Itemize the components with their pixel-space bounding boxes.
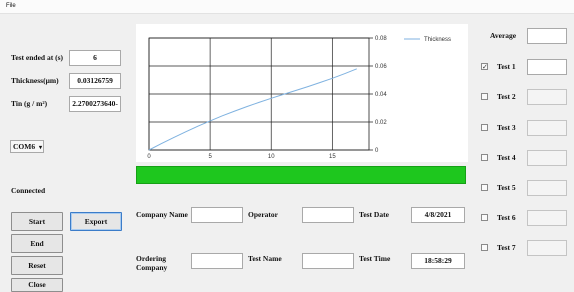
test-2-label: Test 2 (497, 92, 516, 101)
chart-series-line (148, 68, 357, 151)
test-name-label: Test Name (248, 254, 282, 263)
chart-x-tick-label: 15 (329, 154, 336, 160)
close-button[interactable]: Close (11, 278, 63, 292)
chart-x-tick-label: 5 (208, 154, 212, 160)
export-button[interactable]: Export (70, 212, 122, 231)
legend-label: Thickness (424, 37, 451, 43)
chart-y-tick-label: 0.08 (375, 36, 387, 42)
start-button[interactable]: Start (11, 212, 63, 231)
company-name-label: Company Name (136, 210, 188, 219)
test-7-label: Test 7 (497, 243, 516, 252)
thickness-label: Thickness(μm) (11, 76, 59, 85)
test-ended-field[interactable]: 6 (69, 50, 121, 66)
chart-svg: 0 5 10 15 0 0.02 0.04 0.06 0.08 Thickness (147, 36, 451, 160)
test-5-field (527, 180, 567, 196)
company-name-field[interactable] (191, 207, 243, 223)
chart-y-tick-label: 0 (375, 148, 379, 154)
ordering-company-field[interactable] (191, 253, 243, 269)
test-5-label: Test 5 (497, 183, 516, 192)
chevron-down-icon: ▾ (38, 145, 42, 151)
test-1-field[interactable] (527, 59, 567, 75)
test-1-checkbox[interactable] (481, 63, 488, 70)
test-time-label: Test Time (359, 254, 391, 263)
test-6-checkbox[interactable] (481, 214, 488, 221)
test-7-field (527, 240, 567, 256)
end-button[interactable]: End (11, 234, 63, 253)
test-4-label: Test 4 (497, 153, 516, 162)
operator-field[interactable] (302, 207, 354, 223)
test-3-label: Test 3 (497, 123, 516, 132)
thickness-field[interactable]: 0.03126759 (69, 73, 121, 89)
test-3-checkbox[interactable] (481, 124, 488, 131)
operator-label: Operator (248, 210, 278, 219)
test-date-field[interactable]: 4/8/2021 (411, 207, 465, 223)
chart-legend: Thickness (404, 37, 451, 43)
progress-bar (136, 166, 466, 184)
average-field[interactable] (527, 28, 567, 44)
test-name-field[interactable] (302, 253, 354, 269)
menu-bar: File (0, 0, 574, 14)
tin-label: Tin (g / m²) (11, 99, 48, 108)
test-4-checkbox[interactable] (481, 154, 488, 161)
ordering-company-label: Ordering Company (136, 254, 168, 272)
com-port-value: COM6 (13, 142, 36, 151)
chart-x-tick-label: 10 (268, 154, 275, 160)
connection-status: Connected (11, 186, 46, 195)
chart-y-tick-label: 0.02 (375, 120, 387, 126)
test-date-label: Test Date (359, 210, 389, 219)
menu-file[interactable]: File (6, 3, 16, 9)
test-6-label: Test 6 (497, 213, 516, 222)
chart-y-tick-label: 0.04 (375, 92, 387, 98)
thickness-chart: 0 5 10 15 0 0.02 0.04 0.06 0.08 Thickness (136, 24, 468, 162)
tin-field[interactable]: 2.2700273640- (69, 96, 121, 112)
test-2-checkbox[interactable] (481, 93, 488, 100)
test-3-field (527, 120, 567, 136)
chart-x-tick-label: 0 (147, 154, 151, 160)
chart-y-tick-label: 0.06 (375, 64, 387, 70)
test-4-field (527, 150, 567, 166)
test-7-checkbox[interactable] (481, 244, 488, 251)
average-label: Average (490, 31, 517, 40)
test-time-field[interactable]: 18:58:29 (411, 253, 465, 269)
test-ended-label: Test ended at (s) (11, 53, 64, 62)
test-2-field (527, 89, 567, 105)
com-port-select[interactable]: COM6 ▾ (10, 140, 44, 153)
test-6-field (527, 210, 567, 226)
test-5-checkbox[interactable] (481, 184, 488, 191)
reset-button[interactable]: Reset (11, 256, 63, 275)
test-1-label: Test 1 (497, 62, 516, 71)
